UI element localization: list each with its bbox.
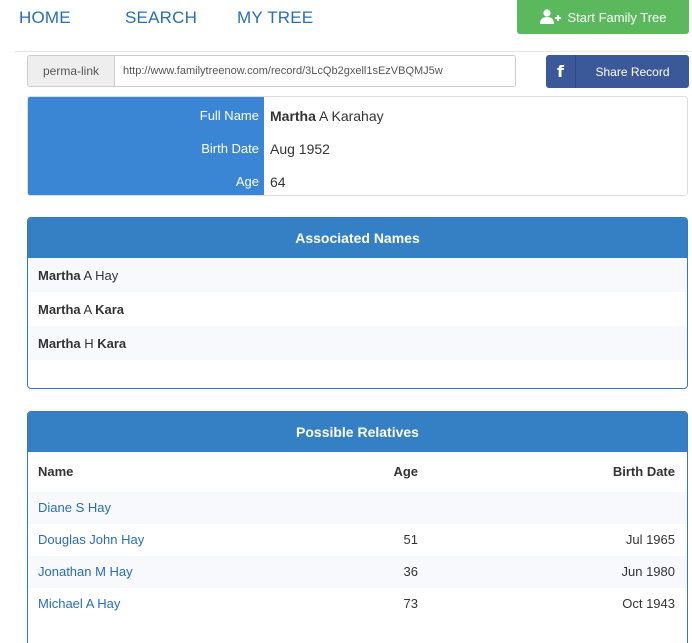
person-summary: Full Name Martha A Karahay Birth Date Au… <box>27 96 688 196</box>
birth-date-row: Birth Date Aug 1952 <box>28 132 687 165</box>
associated-middle: H <box>80 335 98 351</box>
table-row: Jonathan M Hay 36 Jun 1980 <box>28 556 687 588</box>
facebook-icon: f <box>546 55 576 88</box>
associated-last-name: Kara <box>95 301 125 317</box>
list-item: Martha A Hay <box>28 258 687 292</box>
age-label: Age <box>235 174 259 189</box>
full-name-label: Full Name <box>199 108 259 123</box>
permalink-input[interactable] <box>115 56 515 86</box>
nav-my-tree-link[interactable]: MY TREE <box>237 8 313 28</box>
start-family-tree-button[interactable]: Start Family Tree <box>517 0 689 34</box>
column-header-name: Name <box>38 464 74 479</box>
associated-first-name: Martha <box>38 335 81 351</box>
nav-search-link[interactable]: SEARCH <box>125 8 197 28</box>
associated-last-name: Kara <box>97 335 127 351</box>
relative-age: 73 <box>403 596 418 611</box>
add-user-icon <box>539 9 562 25</box>
table-row: Diane S Hay <box>28 492 687 524</box>
possible-relatives-panel: Possible Relatives Name Age Birth Date D… <box>27 411 688 643</box>
relative-name-link[interactable]: Michael A Hay <box>38 596 120 611</box>
relative-birth-date: Jul 1965 <box>625 532 675 547</box>
associated-names-panel: Associated Names Martha A Hay Martha A K… <box>27 217 688 389</box>
age-value: 64 <box>270 173 286 190</box>
full-name-rest: A Karahay <box>315 107 384 124</box>
relative-name-link[interactable]: Douglas John Hay <box>38 532 144 547</box>
associated-names-heading: Associated Names <box>28 218 687 258</box>
relative-birth-date: Oct 1943 <box>622 596 675 611</box>
table-row: Douglas John Hay 51 Jul 1965 <box>28 524 687 556</box>
associated-first-name: Martha <box>38 267 81 283</box>
associated-middle: A Hay <box>80 267 119 283</box>
permalink-group: perma-link <box>27 55 516 87</box>
possible-relatives-heading: Possible Relatives <box>28 412 687 452</box>
age-row: Age 64 <box>28 165 687 195</box>
permalink-label: perma-link <box>28 56 115 86</box>
share-record-label: Share Record <box>595 64 670 79</box>
relative-birth-date: Jun 1980 <box>621 564 676 579</box>
associated-names-list: Martha A Hay Martha A Kara Martha H Kara <box>28 258 687 360</box>
relative-name-link[interactable]: Diane S Hay <box>38 500 111 515</box>
share-record-button[interactable]: f Share Record <box>546 55 689 88</box>
list-item: Martha H Kara <box>28 326 687 360</box>
start-family-tree-label: Start Family Tree <box>567 9 667 25</box>
full-name-value: Martha A Karahay <box>270 108 384 124</box>
table-row: Michael A Hay 73 Oct 1943 <box>28 588 687 620</box>
associated-middle: A <box>80 301 96 317</box>
birth-date-value: Aug 1952 <box>270 140 330 157</box>
nav-divider <box>15 51 692 52</box>
nav-home-link[interactable]: HOME <box>19 8 71 28</box>
associated-first-name: Martha <box>38 301 81 317</box>
column-header-age: Age <box>393 464 418 479</box>
relatives-table-header: Name Age Birth Date <box>28 452 687 492</box>
relative-name-link[interactable]: Jonathan M Hay <box>38 564 133 579</box>
top-nav: HOME SEARCH MY TREE Start Family Tree <box>0 0 692 40</box>
birth-date-label: Birth Date <box>201 141 259 156</box>
relative-age: 36 <box>403 564 418 579</box>
column-header-birth-date: Birth Date <box>612 464 675 479</box>
full-name-row: Full Name Martha A Karahay <box>28 99 687 132</box>
list-item: Martha A Kara <box>28 292 687 326</box>
full-name-first: Martha <box>270 107 316 124</box>
relative-age: 51 <box>403 532 418 547</box>
